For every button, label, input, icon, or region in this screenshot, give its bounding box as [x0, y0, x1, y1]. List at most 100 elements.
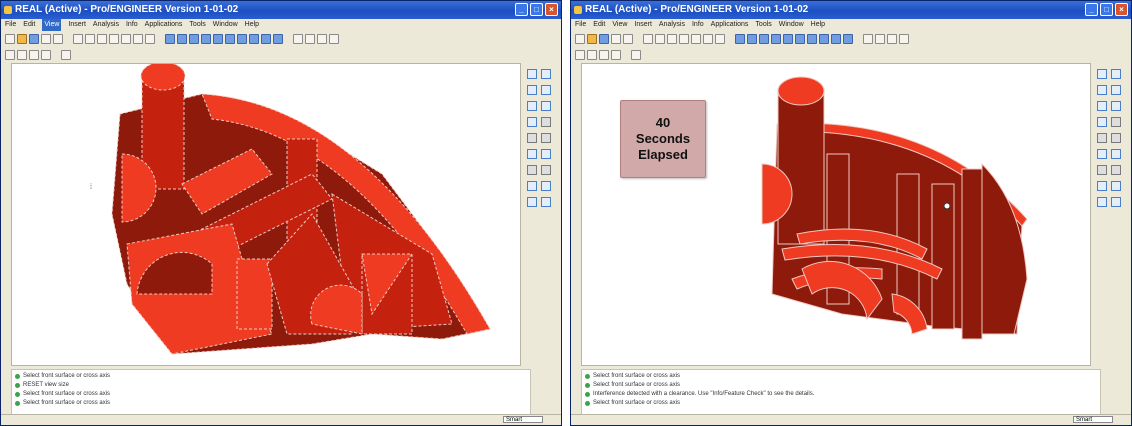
sketch-tool-icon[interactable] [1111, 69, 1121, 79]
menu-window[interactable]: Window [779, 19, 804, 31]
minimize-button[interactable]: _ [515, 3, 528, 16]
sketch-tool-icon[interactable] [541, 69, 551, 79]
save-icon[interactable] [29, 34, 39, 44]
wireframe-icon[interactable] [293, 34, 303, 44]
menu-info[interactable]: Info [126, 19, 138, 31]
left-splitter[interactable] [3, 63, 9, 366]
email-icon[interactable] [53, 34, 63, 44]
coordinate-systems-icon[interactable] [41, 50, 51, 60]
redo-icon[interactable] [85, 34, 95, 44]
revolve-tool-icon[interactable] [1097, 133, 1107, 143]
print-icon[interactable] [41, 34, 51, 44]
menu-applications[interactable]: Applications [711, 19, 749, 31]
menu-help[interactable]: Help [811, 19, 825, 31]
datum-plane-tool-icon[interactable] [527, 69, 537, 79]
no-hidden-icon[interactable] [887, 34, 897, 44]
datum-planes-icon[interactable] [575, 50, 585, 60]
menu-file[interactable]: File [575, 19, 586, 31]
datum-axes-icon[interactable] [587, 50, 597, 60]
zoom-out-icon[interactable] [213, 34, 223, 44]
menu-insert[interactable]: Insert [68, 19, 86, 31]
regenerate-icon[interactable] [703, 34, 713, 44]
revolve-tool-icon[interactable] [527, 133, 537, 143]
maximize-button[interactable]: □ [1100, 3, 1113, 16]
curve-tool-icon[interactable] [1111, 85, 1121, 95]
refit-icon[interactable] [795, 34, 805, 44]
copy-icon[interactable] [109, 34, 119, 44]
undo-icon[interactable] [643, 34, 653, 44]
sweep-tool-icon[interactable] [1111, 133, 1121, 143]
axis-tool-icon[interactable] [527, 85, 537, 95]
title-bar[interactable]: REAL (Active) - Pro/ENGINEER Version 1-0… [571, 1, 1131, 19]
left-splitter[interactable] [573, 63, 579, 366]
close-button[interactable]: × [545, 3, 558, 16]
pattern-tool-icon[interactable] [541, 197, 551, 207]
point-tool-icon[interactable] [1097, 101, 1107, 111]
menu-view[interactable]: View [42, 19, 62, 31]
draft-tool-icon[interactable] [1111, 165, 1121, 175]
shading-icon[interactable] [329, 34, 339, 44]
hole-tool-icon[interactable] [1097, 149, 1107, 159]
point-tool-icon[interactable] [527, 101, 537, 111]
copy-icon[interactable] [679, 34, 689, 44]
cut-icon[interactable] [97, 34, 107, 44]
saved-views-icon[interactable] [819, 34, 829, 44]
no-hidden-icon[interactable] [317, 34, 327, 44]
axis-tool-icon[interactable] [1097, 85, 1107, 95]
chamfer-tool-icon[interactable] [1111, 181, 1121, 191]
saved-views-icon[interactable] [249, 34, 259, 44]
refit-icon[interactable] [225, 34, 235, 44]
save-icon[interactable] [599, 34, 609, 44]
menu-edit[interactable]: Edit [23, 19, 35, 31]
reorient-icon[interactable] [807, 34, 817, 44]
open-folder-icon[interactable] [587, 34, 597, 44]
regenerate-icon[interactable] [133, 34, 143, 44]
orient-mode-icon[interactable] [189, 34, 199, 44]
paste-icon[interactable] [691, 34, 701, 44]
hidden-line-icon[interactable] [305, 34, 315, 44]
menu-view[interactable]: View [612, 19, 627, 31]
title-bar[interactable]: REAL (Active) - Pro/ENGINEER Version 1-0… [1, 1, 561, 19]
rib-tool-icon[interactable] [527, 165, 537, 175]
datum-axes-icon[interactable] [17, 50, 27, 60]
layers-icon[interactable] [261, 34, 271, 44]
print-icon[interactable] [611, 34, 621, 44]
datum-plane-tool-icon[interactable] [1097, 69, 1107, 79]
close-button[interactable]: × [1115, 3, 1128, 16]
view-manager-icon[interactable] [273, 34, 283, 44]
hidden-line-icon[interactable] [875, 34, 885, 44]
selection-filter[interactable]: Smart [503, 416, 543, 423]
menu-analysis[interactable]: Analysis [659, 19, 685, 31]
reorient-icon[interactable] [237, 34, 247, 44]
open-folder-icon[interactable] [17, 34, 27, 44]
datum-points-icon[interactable] [599, 50, 609, 60]
email-icon[interactable] [623, 34, 633, 44]
menu-tools[interactable]: Tools [189, 19, 205, 31]
orient-mode-icon[interactable] [759, 34, 769, 44]
extrude-tool-icon[interactable] [541, 117, 551, 127]
menu-file[interactable]: File [5, 19, 16, 31]
analysis-tool-icon[interactable] [527, 117, 537, 127]
zoom-out-icon[interactable] [783, 34, 793, 44]
maximize-button[interactable]: □ [530, 3, 543, 16]
curve-tool-icon[interactable] [541, 85, 551, 95]
new-file-icon[interactable] [575, 34, 585, 44]
spin-center-icon[interactable] [177, 34, 187, 44]
graphics-window[interactable]: 40 Seconds Elapsed [581, 63, 1091, 366]
layers-icon[interactable] [831, 34, 841, 44]
wireframe-icon[interactable] [863, 34, 873, 44]
shell-tool-icon[interactable] [541, 149, 551, 159]
sweep-tool-icon[interactable] [541, 133, 551, 143]
draft-tool-icon[interactable] [541, 165, 551, 175]
paste-icon[interactable] [121, 34, 131, 44]
round-tool-icon[interactable] [1097, 181, 1107, 191]
analysis-tool-icon[interactable] [1097, 117, 1107, 127]
coordinate-systems-icon[interactable] [611, 50, 621, 60]
menu-edit[interactable]: Edit [593, 19, 605, 31]
menu-insert[interactable]: Insert [634, 19, 652, 31]
undo-icon[interactable] [73, 34, 83, 44]
extrude-tool-icon[interactable] [1111, 117, 1121, 127]
find-icon[interactable] [145, 34, 155, 44]
zoom-in-icon[interactable] [771, 34, 781, 44]
selection-filter[interactable]: Smart [1073, 416, 1113, 423]
